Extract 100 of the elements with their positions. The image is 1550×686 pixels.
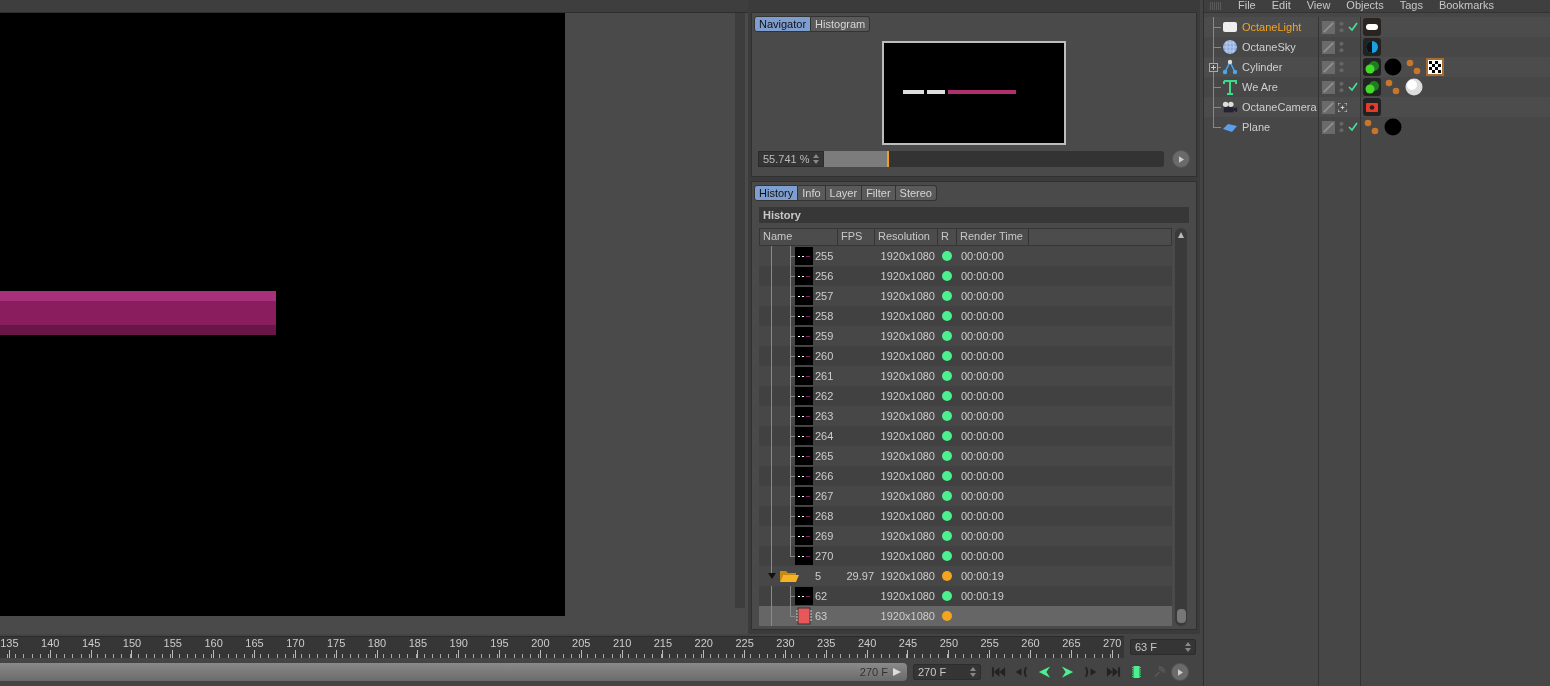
table-cell: 00:00:00	[961, 430, 1004, 442]
arrow-button[interactable]	[1172, 150, 1190, 168]
table-cell: 00:00:00	[961, 450, 1004, 462]
checkmark-icon[interactable]	[1348, 122, 1358, 132]
previous-key-icon	[1014, 666, 1029, 678]
panel-tab[interactable]: Filter	[862, 185, 896, 201]
row-name: 5	[815, 570, 822, 582]
column-header[interactable]: FPS	[838, 229, 875, 245]
text-icon	[1222, 79, 1238, 95]
layer-icon[interactable]	[1322, 20, 1335, 34]
layer-icon[interactable]	[1322, 100, 1335, 114]
object-tag-icon[interactable]	[1363, 78, 1381, 96]
table-cell: 00:00:00	[961, 270, 1004, 282]
object-name[interactable]: We Are	[1242, 81, 1278, 93]
row-name: 268	[815, 510, 834, 522]
column-header[interactable]: Name	[760, 229, 838, 245]
current-frame-field[interactable]: 63 F	[1130, 639, 1196, 655]
scroll-up-icon[interactable]	[1177, 231, 1185, 239]
scrollbar[interactable]	[1175, 228, 1187, 626]
table-cell: 1920x1080	[880, 350, 935, 362]
layer-icon[interactable]	[1322, 60, 1335, 74]
row-name: 63	[815, 610, 828, 622]
row-name: 260	[815, 350, 834, 362]
visibility-dots-icon[interactable]	[1338, 120, 1345, 134]
layer-icon[interactable]	[1322, 120, 1335, 134]
checkmark-icon[interactable]	[1348, 82, 1358, 92]
panel-tab[interactable]: History	[754, 185, 799, 201]
table-cell: 1920x1080	[880, 610, 935, 622]
panel-tab[interactable]: Histogram	[811, 16, 871, 32]
layer-icon[interactable]	[1322, 80, 1335, 94]
column-header[interactable]: Render Time	[957, 229, 1029, 245]
material-ball-icon[interactable]	[1405, 78, 1423, 96]
camera-tag-icon[interactable]	[1363, 98, 1381, 116]
table-cell: 00:00:00	[961, 250, 1004, 262]
frame-label: 175	[327, 637, 346, 649]
object-tag-icon[interactable]	[1363, 58, 1381, 76]
table-cell: 00:00:00	[961, 550, 1004, 562]
sky-tag-icon[interactable]	[1363, 38, 1381, 56]
expand-icon[interactable]	[1209, 63, 1218, 72]
scrollbar[interactable]	[735, 13, 745, 608]
checkmark-icon[interactable]	[1348, 22, 1358, 32]
menu-item[interactable]: View	[1306, 0, 1331, 11]
object-name[interactable]: Cylinder	[1242, 61, 1283, 73]
table-cell: 1920x1080	[880, 470, 935, 482]
frame-label: 150	[122, 637, 142, 649]
expand-arrow-icon[interactable]	[768, 573, 776, 579]
next-key-icon	[1083, 666, 1098, 678]
menu-item[interactable]: Bookmarks	[1438, 0, 1494, 11]
frame-label: 140	[41, 637, 60, 649]
light-tag-icon[interactable]	[1363, 18, 1381, 36]
grip-icon[interactable]	[1210, 2, 1222, 10]
table-cell: 00:00:00	[961, 530, 1004, 542]
object-name[interactable]: OctaneLight	[1242, 21, 1302, 33]
object-name[interactable]: OctaneSky	[1242, 41, 1296, 53]
layer-icon[interactable]	[1322, 40, 1335, 54]
timeline-ruler[interactable]: 135 140 145 150 155 160 165 170 175 180 185 190 195 200 205 210 215 220 225 230 235 240 245 250 255 260 265 270	[0, 636, 1124, 658]
object-name[interactable]: Plane	[1242, 121, 1271, 133]
zoom-slider[interactable]	[824, 151, 1164, 167]
table-cell: 00:00:00	[961, 470, 1004, 482]
scroll-thumb[interactable]	[1176, 609, 1186, 623]
target-icon[interactable]	[1338, 102, 1347, 112]
spinner-icon[interactable]	[813, 154, 819, 164]
checker-tag-icon[interactable]	[1426, 58, 1444, 76]
arrow-button[interactable]	[1171, 663, 1189, 681]
primitive-icon	[1222, 59, 1238, 75]
arrow-icon[interactable]	[892, 667, 902, 677]
menu-item[interactable]: Tags	[1399, 0, 1423, 11]
frame-label: 270	[1103, 637, 1122, 649]
column-header[interactable]: Resolution	[875, 229, 938, 245]
visibility-dots-icon[interactable]	[1338, 40, 1345, 54]
menu-item[interactable]: Edit	[1271, 0, 1291, 11]
visibility-dots-icon[interactable]	[1338, 60, 1345, 74]
row-name: 264	[815, 430, 834, 442]
table-cell: 00:00:00	[961, 310, 1004, 322]
range-slider[interactable]: 270 F	[0, 663, 907, 681]
end-frame-field[interactable]: 270 F	[913, 664, 981, 680]
object-name[interactable]: OctaneCamera	[1242, 101, 1317, 113]
section-title: History	[759, 207, 1189, 223]
table-cell: 1920x1080	[880, 590, 935, 602]
panel-tab[interactable]: Info	[798, 185, 826, 201]
frame-label: 155	[163, 637, 182, 649]
panel-tab[interactable]: Layer	[825, 185, 863, 201]
visibility-dots-icon[interactable]	[1338, 80, 1345, 94]
table-cell: 1920x1080	[880, 570, 935, 582]
row-name: 261	[815, 370, 834, 382]
texture-tag-icon[interactable]	[1363, 118, 1381, 136]
row-name: 270	[815, 550, 834, 562]
panel-tab[interactable]: Navigator	[754, 16, 812, 32]
spinner-icon[interactable]	[1185, 642, 1191, 652]
frame-label: 265	[1062, 637, 1081, 649]
row-name: 262	[815, 390, 834, 402]
spinner-icon[interactable]	[970, 667, 976, 677]
menu-item[interactable]: File	[1238, 0, 1256, 11]
frame-label: 165	[245, 637, 264, 649]
panel-tab[interactable]: Stereo	[895, 185, 937, 201]
column-header[interactable]: R	[938, 229, 957, 245]
row-name: 258	[815, 310, 834, 322]
menu-item[interactable]: Objects	[1346, 0, 1384, 11]
zoom-field[interactable]: 55.741 %	[758, 151, 824, 167]
visibility-dots-icon[interactable]	[1338, 20, 1345, 34]
